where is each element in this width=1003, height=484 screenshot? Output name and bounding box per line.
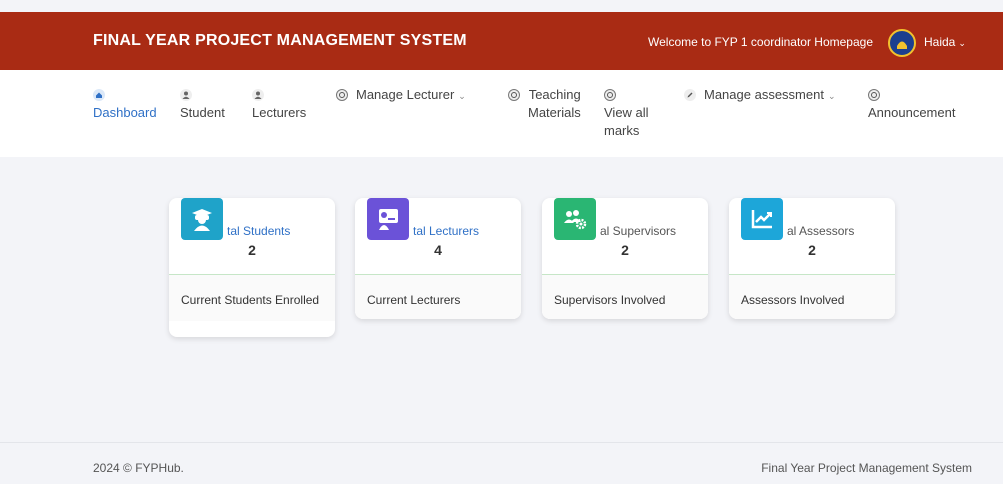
card-footer-text: Current Lecturers xyxy=(355,275,521,319)
nav-manage-assessment-label: Manage assessment xyxy=(704,87,824,102)
user-avatar[interactable] xyxy=(888,29,916,57)
presentation-icon xyxy=(379,209,398,230)
user-icon xyxy=(252,89,264,101)
card-footer-text: Current Students Enrolled xyxy=(169,275,335,321)
user-icon xyxy=(180,89,192,101)
nav-marks-label-1: View all xyxy=(604,105,649,120)
nav-dashboard[interactable]: Dashboard xyxy=(93,89,157,122)
nav-marks-label-2: marks xyxy=(604,123,640,138)
chevron-down-icon: ⌄ xyxy=(458,91,466,101)
user-name: Haida xyxy=(924,35,956,49)
nav-manage-lecturer[interactable]: Manage Lecturer ⌄ xyxy=(336,86,466,105)
footer-copyright: 2024 © FYPHub. xyxy=(93,461,184,475)
refresh-icon xyxy=(604,89,616,101)
nav-announcement-label: Announcement xyxy=(868,105,956,120)
footer-system-name: Final Year Project Management System xyxy=(761,461,972,475)
top-header-bar: FINAL YEAR PROJECT MANAGEMENT SYSTEM Wel… xyxy=(0,12,1003,70)
card-icon-box xyxy=(181,198,223,240)
welcome-text: Welcome to FYP 1 coordinator Homepage xyxy=(648,35,874,49)
graduate-icon xyxy=(192,209,212,231)
nav-teaching-label-1: Teaching xyxy=(528,87,581,102)
card-title: tal Lecturers xyxy=(413,224,480,238)
chevron-down-icon: ⌄ xyxy=(827,91,836,101)
app-title: FINAL YEAR PROJECT MANAGEMENT SYSTEM xyxy=(93,32,467,49)
card-count: 2 xyxy=(621,242,629,258)
card-total-supervisors[interactable]: al Supervisors 2 Supervisors Involved xyxy=(542,198,708,319)
card-total-lecturers[interactable]: tal Lecturers 4 Current Lecturers xyxy=(355,198,521,319)
card-footer-text: Supervisors Involved xyxy=(542,275,708,319)
card-icon-box xyxy=(554,198,596,240)
nav-teaching-materials[interactable]: Teaching Materials xyxy=(508,86,581,122)
card-title: tal Students xyxy=(227,224,291,238)
pencil-icon xyxy=(684,89,696,101)
seal-logo-icon xyxy=(892,33,912,53)
users-gear-icon xyxy=(564,210,587,230)
card-title: al Supervisors xyxy=(600,224,677,238)
card-count: 4 xyxy=(434,242,442,258)
chart-line-icon xyxy=(751,210,772,229)
refresh-icon xyxy=(508,89,520,101)
card-footer-text: Assessors Involved xyxy=(729,275,895,319)
card-count: 2 xyxy=(248,242,256,258)
home-icon xyxy=(93,89,105,101)
nav-announcement[interactable]: Announcement xyxy=(868,89,955,122)
nav-manage-assessment[interactable]: Manage assessment ⌄ xyxy=(684,86,836,105)
card-count: 2 xyxy=(808,242,816,258)
card-icon-box xyxy=(367,198,409,240)
nav-dashboard-label: Dashboard xyxy=(93,105,157,120)
page-footer: 2024 © FYPHub. Final Year Project Manage… xyxy=(0,442,1003,484)
main-navigation: Dashboard Student Lecturers Manage Lectu… xyxy=(0,70,1003,157)
nav-teaching-label-2: Materials xyxy=(528,105,581,120)
nav-view-all-marks[interactable]: View all marks xyxy=(604,89,649,140)
user-menu-toggle[interactable]: Haida ⌄ xyxy=(924,35,966,49)
card-icon-box xyxy=(741,198,783,240)
nav-manage-lecturer-label: Manage Lecturer xyxy=(356,87,455,102)
nav-lecturers[interactable]: Lecturers xyxy=(252,89,306,122)
refresh-icon xyxy=(336,89,348,101)
card-total-students[interactable]: tal Students 2 Current Students Enrolled xyxy=(169,198,335,337)
refresh-icon xyxy=(868,89,880,101)
nav-lecturers-label: Lecturers xyxy=(252,105,307,120)
nav-student-label: Student xyxy=(180,105,225,120)
card-title: al Assessors xyxy=(787,224,855,238)
chevron-down-icon: ⌄ xyxy=(958,38,966,48)
nav-student[interactable]: Student xyxy=(180,89,225,122)
card-total-assessors[interactable]: al Assessors 2 Assessors Involved xyxy=(729,198,895,319)
